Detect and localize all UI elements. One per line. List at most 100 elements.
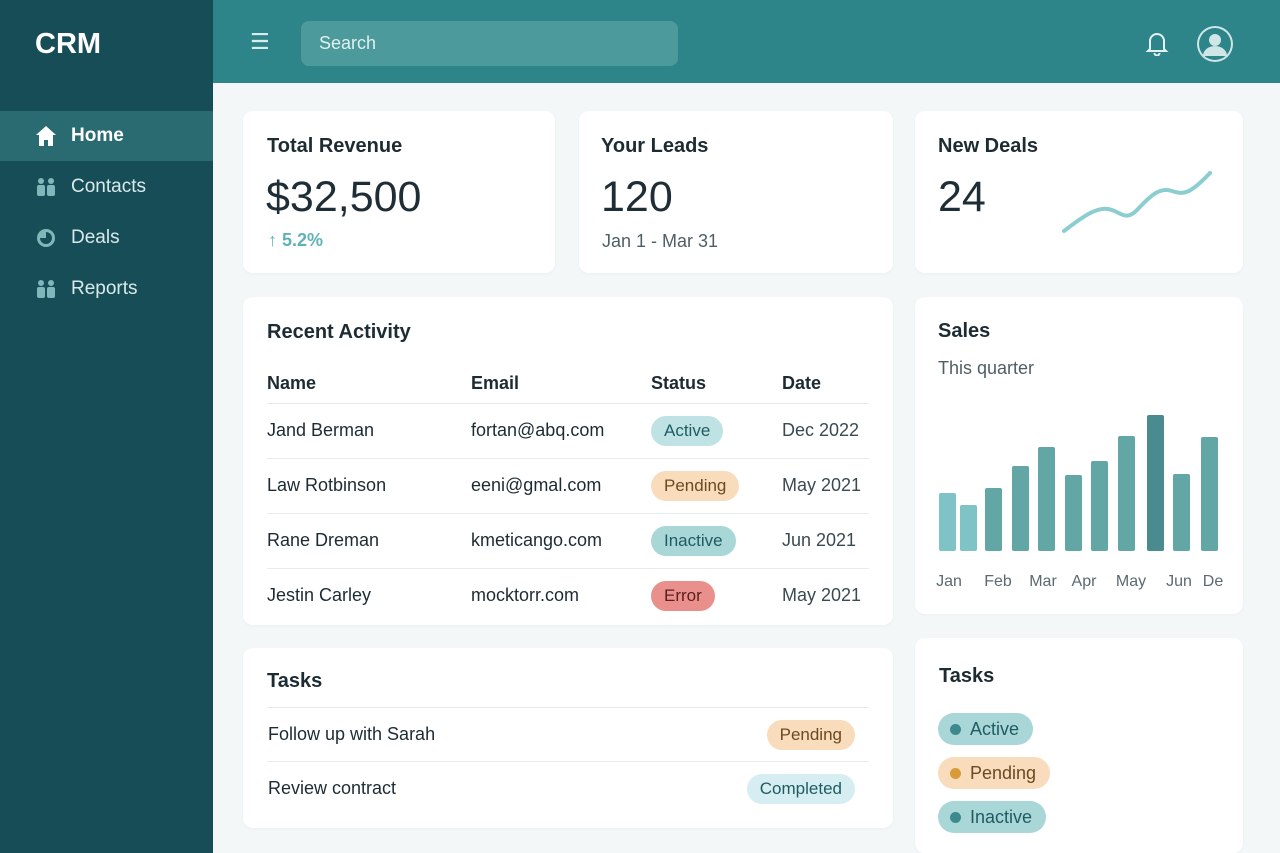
users-icon [35, 176, 57, 198]
deals-value: 24 [938, 173, 986, 221]
tick-label: Apr [1072, 573, 1098, 590]
task-item[interactable]: Follow up with Sarah Pending [267, 707, 869, 761]
sidebar-item-contacts[interactable]: Contacts [0, 161, 213, 212]
revenue-change: ↑ 5.2% [268, 230, 323, 251]
dot-icon [950, 767, 961, 779]
recent-activity-card: Recent Activity Name Email Status Date J… [243, 297, 893, 625]
sidebar-item-home[interactable]: Home [0, 111, 213, 161]
bar [1012, 466, 1029, 551]
search-input[interactable] [301, 21, 678, 66]
tasks-card: Tasks Follow up with Sarah Pending Review… [243, 648, 893, 828]
column-header: Name [267, 373, 317, 394]
legend-label: Active [970, 718, 1020, 739]
column-header: Email [471, 373, 520, 394]
menu-icon[interactable]: ☰ [250, 31, 270, 53]
leads-card: Your Leads 120 Jan 1 - Mar 31 [579, 111, 893, 273]
legend-pending: Pending [938, 757, 1051, 789]
card-title: Tasks [267, 670, 323, 692]
dot-icon [950, 723, 961, 735]
card-title: Recent Activity [267, 321, 411, 343]
cell-status: Pending [651, 457, 782, 513]
bar [1065, 475, 1082, 551]
sidebar: CRM Home Contacts Deals Reports [0, 0, 213, 853]
cell-email: mocktorr.com [471, 567, 651, 623]
dot-icon [950, 811, 961, 823]
sidebar-item-label: Contacts [71, 175, 146, 197]
bell-icon[interactable] [1145, 30, 1169, 61]
status-badge: Inactive [651, 525, 736, 556]
cell-status: Error [651, 567, 782, 623]
arrow-up-icon: ↑ [268, 230, 277, 250]
bar [1201, 437, 1218, 551]
task-label: Review contract [268, 778, 397, 798]
cell-name: Rane Dreman [267, 512, 471, 568]
pie-icon [35, 227, 57, 249]
cell-name: Law Rotbinson [267, 457, 471, 513]
sidebar-item-label: Reports [71, 277, 138, 299]
status-badge: Pending [651, 470, 740, 501]
task-status-card: Tasks Active Pending Inactive [915, 638, 1243, 853]
bar [939, 493, 956, 551]
revenue-value: $32,500 [266, 173, 422, 221]
sidebar-item-deals[interactable]: Deals [0, 212, 213, 263]
change-value: 5.2% [282, 230, 324, 250]
topbar: ☰ [213, 0, 1280, 83]
tick-label: De [1203, 573, 1224, 590]
sidebar-item-reports[interactable]: Reports [0, 263, 213, 314]
column-header: Date [782, 373, 822, 394]
legend-label: Inactive [970, 806, 1033, 827]
tick-label: Jan [936, 573, 962, 590]
cell-email: eeni@gmal.com [471, 457, 651, 513]
card-title: New Deals [938, 135, 1039, 157]
leads-range: Jan 1 - Mar 31 [602, 231, 719, 251]
new-deals-card: New Deals 24 [915, 111, 1243, 273]
sales-bar-chart: Jan Feb Mar Apr May Jun De [936, 415, 1224, 590]
task-item[interactable]: Review contract Completed [267, 761, 869, 815]
table-row[interactable]: Rane Dreman kmeticango.com Inactive Jun 202… [267, 512, 869, 568]
deals-sparkline [1062, 171, 1212, 233]
cell-name: Jestin Carley [267, 567, 471, 623]
cell-status: Active [651, 402, 782, 458]
table-row[interactable]: Jestin Carley mocktorr.com Error May 2021 [267, 567, 869, 623]
avatar[interactable] [1197, 26, 1233, 62]
status-badge: Completed [746, 773, 855, 804]
sales-chart-card: Sales This quarter Jan Feb Mar Apr May Jun De [915, 297, 1243, 614]
card-title: Total Revenue [267, 135, 403, 157]
status-badge: Error [651, 580, 715, 611]
card-title: Tasks [939, 665, 995, 687]
users-icon [35, 278, 57, 300]
bar [985, 488, 1002, 551]
home-icon [35, 125, 57, 147]
status-badge: Pending [766, 719, 855, 750]
tick-label: Mar [1029, 573, 1057, 590]
cell-status: Inactive [651, 512, 782, 568]
tick-label: May [1116, 573, 1146, 590]
legend-label: Pending [970, 762, 1037, 783]
cell-email: kmeticango.com [471, 512, 651, 568]
cell-name: Jand Berman [267, 402, 471, 458]
cell-email: fortan@abq.com [471, 402, 651, 458]
sidebar-item-label: Deals [71, 226, 120, 248]
bar [1091, 461, 1108, 551]
column-header: Status [651, 373, 707, 394]
leads-value: 120 [601, 173, 673, 221]
sidebar-nav: Home Contacts Deals Reports [0, 111, 213, 314]
bar [1147, 415, 1164, 551]
bar [960, 505, 977, 551]
status-badge: Active [651, 415, 724, 446]
table-row[interactable]: Jand Berman fortan@abq.com Active Dec 2022 [267, 402, 869, 458]
task-label: Follow up with Sarah [268, 724, 436, 744]
total-revenue-card: Total Revenue $32,500 ↑ 5.2% [243, 111, 555, 273]
bar [1118, 436, 1135, 551]
cell-date: Jun 2021 [782, 512, 869, 568]
legend-active: Active [938, 713, 1034, 745]
activity-table: Name Email Status Date Jand Berman fortan… [267, 365, 869, 623]
table-row[interactable]: Law Rotbinson eeni@gmal.com Pending May 202… [267, 457, 869, 513]
cell-date: May 2021 [782, 457, 869, 513]
card-title: Your Leads [601, 135, 709, 157]
tick-label: Feb [984, 573, 1012, 590]
sidebar-item-label: Home [71, 125, 124, 146]
bar [1173, 474, 1190, 551]
app-logo: CRM [35, 28, 102, 60]
bar [1038, 447, 1055, 551]
